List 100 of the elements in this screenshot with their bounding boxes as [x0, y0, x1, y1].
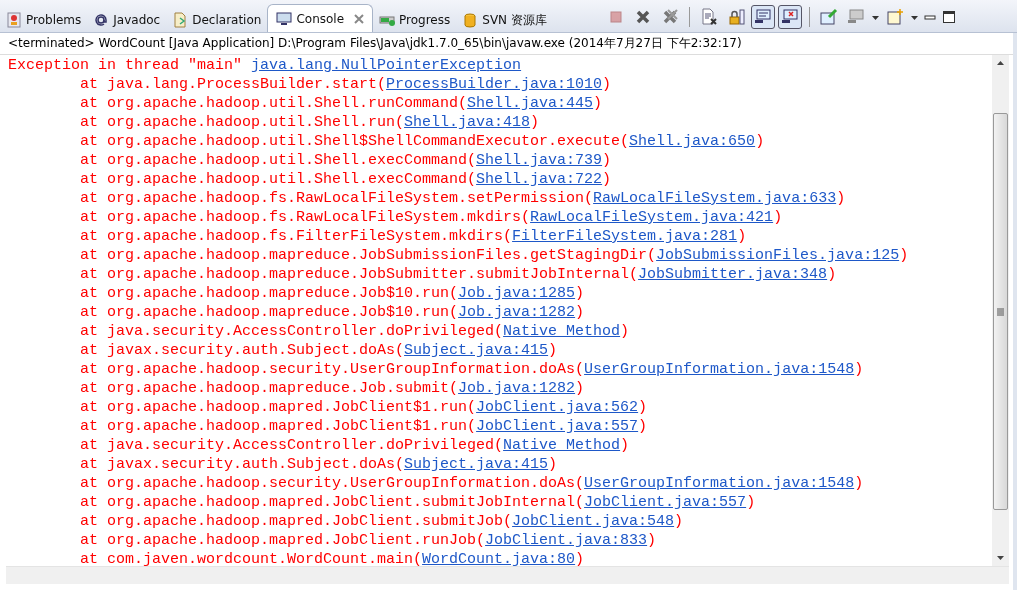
stack-frame-text: at org.apache.hadoop.mapreduce.JobSubmitter.submitJobInternal(	[80, 266, 639, 283]
horizontal-scrollbar[interactable]	[6, 566, 1009, 584]
stack-frame-text: at org.apache.hadoop.util.Shell.execCommand(	[80, 152, 477, 169]
clear-console-icon[interactable]	[700, 8, 718, 26]
source-link[interactable]: RawLocalFileSystem.java:421	[530, 209, 774, 226]
remove-icon[interactable]	[634, 8, 652, 26]
process-status-text: <terminated> WordCount [Java Application] D:\Program Files\Java\jdk1.7.0_65\bin\javaw.exe (2014年7月27日 下午2:32:17)	[0, 33, 1013, 55]
source-link[interactable]: WordCount.java:80	[422, 551, 576, 568]
paren-text: )	[854, 475, 864, 492]
scrollbar-thumb[interactable]	[993, 113, 1008, 510]
paren-text: )	[620, 323, 630, 340]
paren-text: )	[638, 418, 648, 435]
document-icon	[172, 12, 189, 28]
vertical-scrollbar[interactable]	[992, 55, 1009, 566]
source-link[interactable]: JobClient.java:833	[485, 532, 648, 549]
paren-text: )	[827, 266, 837, 283]
new-console-icon[interactable]	[886, 8, 904, 26]
paren-text: )	[602, 171, 612, 188]
monitor-icon[interactable]	[754, 8, 772, 26]
close-icon[interactable]	[354, 13, 365, 24]
source-link[interactable]: JobClient.java:557	[476, 418, 639, 435]
source-link[interactable]: Job.java:1282	[458, 380, 576, 397]
paren-text: )	[575, 380, 585, 397]
at-sign-icon	[93, 12, 110, 28]
paren-text: )	[602, 152, 612, 169]
stack-frame-text: at org.apache.hadoop.mapred.JobClient$1.run(	[80, 418, 477, 435]
stack-frame-text: at org.apache.hadoop.mapred.JobClient.submitJobInternal(	[80, 494, 585, 511]
stack-frame-text: at org.apache.hadoop.mapreduce.Job$10.run(	[80, 304, 459, 321]
paren-text: )	[575, 304, 585, 321]
stack-frame-text: at org.apache.hadoop.mapreduce.Job$10.run(	[80, 285, 459, 302]
stack-frame-text: at javax.security.auth.Subject.doAs(	[80, 342, 405, 359]
view-tab[interactable]: Console	[267, 4, 374, 32]
stack-frame-text: at org.apache.hadoop.mapred.JobClient.submitJob(	[80, 513, 513, 530]
source-link[interactable]: Shell.java:722	[476, 171, 603, 188]
stack-frame-text: at org.apache.hadoop.mapreduce.Job.submit(	[80, 380, 459, 397]
monitor-error-icon[interactable]	[781, 8, 799, 26]
source-link[interactable]: Subject.java:415	[404, 342, 549, 359]
source-link[interactable]: JobClient.java:562	[476, 399, 639, 416]
paren-text: )	[746, 494, 756, 511]
stack-frame-text: at java.security.AccessController.doPrivileged(	[80, 437, 504, 454]
paren-text: )	[854, 361, 864, 378]
paren-text: )	[530, 114, 540, 131]
pin-icon[interactable]	[820, 8, 838, 26]
source-link[interactable]: UserGroupInformation.java:1548	[584, 361, 855, 378]
paren-text: )	[575, 285, 585, 302]
stack-frame-text: at java.lang.ProcessBuilder.start(	[80, 76, 387, 93]
remove-all-icon[interactable]	[661, 8, 679, 26]
view-tab[interactable]: Problems	[0, 8, 88, 32]
source-link[interactable]: JobClient.java:548	[512, 513, 675, 530]
view-tab[interactable]: Declaration	[166, 8, 268, 32]
source-link[interactable]: JobSubmitter.java:348	[638, 266, 828, 283]
source-link[interactable]: Native Method	[503, 437, 621, 454]
source-link[interactable]: Shell.java:445	[467, 95, 594, 112]
source-link[interactable]: Native Method	[503, 323, 621, 340]
paren-text: )	[899, 247, 909, 264]
source-link[interactable]: JobClient.java:557	[584, 494, 747, 511]
source-link[interactable]: Shell.java:650	[629, 133, 756, 150]
view-tab[interactable]: Progress	[373, 8, 457, 32]
stack-frame-text: at com.javen.wordcount.WordCount.main(	[80, 551, 423, 568]
source-link[interactable]: FilterFileSystem.java:281	[512, 228, 738, 245]
database-icon	[462, 12, 479, 28]
exception-link[interactable]: java.lang.NullPointerException	[251, 57, 522, 74]
view-tab[interactable]: Javadoc	[87, 8, 167, 32]
stack-frame-text: at org.apache.hadoop.util.Shell.run(	[80, 114, 405, 131]
stack-frame-text: at org.apache.hadoop.fs.FilterFileSystem.mkdirs(	[80, 228, 513, 245]
source-link[interactable]: Job.java:1282	[458, 304, 576, 321]
stack-frame-text: at org.apache.hadoop.mapred.JobClient$1.run(	[80, 399, 477, 416]
paren-text: )	[620, 437, 630, 454]
source-link[interactable]: Job.java:1285	[458, 285, 576, 302]
paren-text: )	[602, 76, 612, 93]
paren-text: )	[737, 228, 747, 245]
paren-text: )	[674, 513, 684, 530]
paren-text: )	[593, 95, 603, 112]
stack-frame-text: at java.security.AccessController.doPrivileged(	[80, 323, 504, 340]
stack-frame-text: at org.apache.hadoop.util.Shell.execCommand(	[80, 171, 477, 188]
monitor-icon	[276, 10, 293, 27]
paren-text: )	[836, 190, 846, 207]
paren-text: )	[638, 399, 648, 416]
stack-frame-text: at org.apache.hadoop.fs.RawLocalFileSystem.setPermission(	[80, 190, 594, 207]
stack-frame-text: at org.apache.hadoop.mapred.JobClient.runJob(	[80, 532, 486, 549]
paren-text: )	[647, 532, 657, 549]
scroll-lock-icon[interactable]	[727, 8, 745, 26]
source-link[interactable]: Subject.java:415	[404, 456, 549, 473]
stack-frame-text: at org.apache.hadoop.mapreduce.JobSubmissionFiles.getStagingDir(	[80, 247, 657, 264]
source-link[interactable]: Shell.java:739	[476, 152, 603, 169]
source-link[interactable]: UserGroupInformation.java:1548	[584, 475, 855, 492]
exception-text: Exception in thread "main"	[8, 57, 244, 74]
stack-frame-text: at org.apache.hadoop.fs.RawLocalFileSystem.mkdirs(	[80, 209, 531, 226]
view-tab[interactable]: SVN 资源库	[456, 8, 553, 32]
source-link[interactable]: JobSubmissionFiles.java:125	[656, 247, 900, 264]
source-link[interactable]: ProcessBuilder.java:1010	[386, 76, 603, 93]
paren-text: )	[548, 456, 558, 473]
stack-frame-text: at org.apache.hadoop.security.UserGroupInformation.doAs(	[80, 475, 585, 492]
source-link[interactable]: Shell.java:418	[404, 114, 531, 131]
stack-frame-text: at org.apache.hadoop.security.UserGroupInformation.doAs(	[80, 361, 585, 378]
paren-text: )	[773, 209, 783, 226]
paren-text: )	[575, 551, 585, 568]
stack-frame-text: at org.apache.hadoop.util.Shell.runCommand(	[80, 95, 468, 112]
source-link[interactable]: RawLocalFileSystem.java:633	[593, 190, 837, 207]
maximize-icon[interactable]	[941, 9, 957, 25]
